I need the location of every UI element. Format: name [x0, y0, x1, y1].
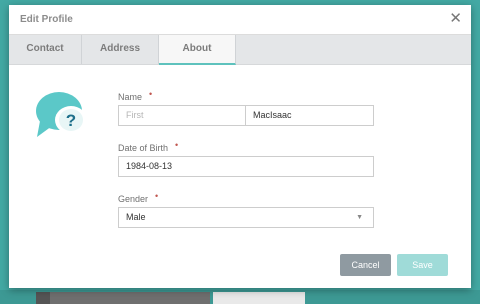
gender-select[interactable]: Male ▼	[118, 207, 374, 228]
tab-bar: Contact Address About	[9, 35, 471, 65]
name-label: Name	[118, 92, 143, 102]
gender-label: Gender	[118, 194, 149, 204]
cancel-button[interactable]: Cancel	[340, 254, 391, 276]
backdrop-block	[36, 292, 50, 304]
last-name-input[interactable]: MacIsaac	[245, 105, 374, 126]
chevron-down-icon: ▼	[356, 214, 363, 221]
required-indicator: •	[175, 140, 179, 150]
backdrop-block	[213, 292, 305, 304]
dialog-title: Edit Profile	[20, 14, 73, 25]
dialog-header: Edit Profile ✕	[9, 5, 471, 35]
save-button[interactable]: Save	[397, 254, 448, 276]
question-mark-glyph: ?	[66, 111, 76, 130]
dob-input[interactable]: 1984-08-13	[118, 156, 374, 177]
dob-label: Date of Birth	[118, 143, 169, 153]
gender-value: Male	[126, 212, 146, 222]
close-icon[interactable]: ✕	[449, 10, 462, 27]
required-indicator: •	[149, 89, 153, 99]
tab-about[interactable]: About	[159, 35, 236, 65]
tab-contact[interactable]: Contact	[9, 35, 82, 64]
first-name-input[interactable]: First	[118, 105, 246, 126]
chat-question-icon: ?	[34, 86, 94, 142]
tab-address[interactable]: Address	[82, 35, 159, 64]
edit-profile-dialog: Edit Profile ✕ Contact Address About ? N…	[9, 5, 471, 288]
backdrop-block	[50, 292, 210, 304]
required-indicator: •	[155, 191, 159, 201]
